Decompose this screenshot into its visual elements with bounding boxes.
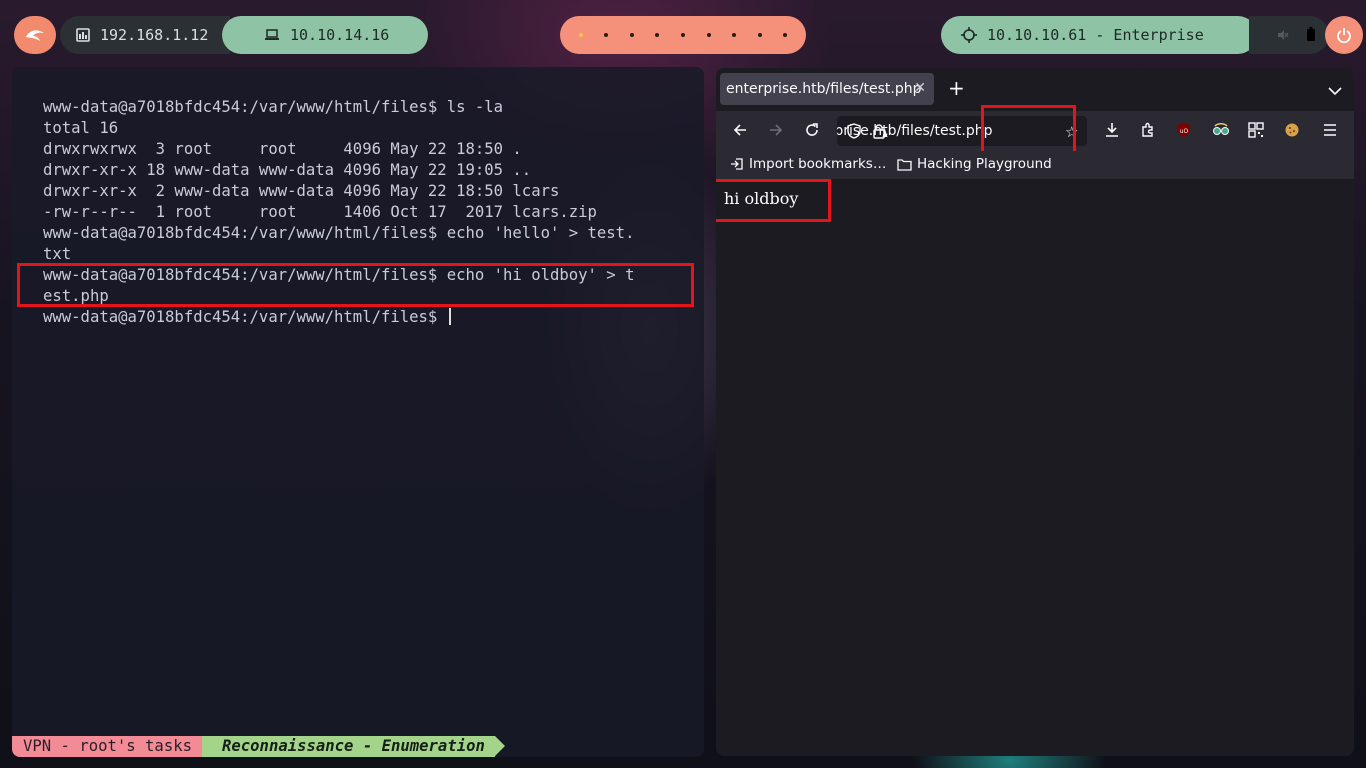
workspace-dot-1[interactable] (578, 33, 583, 37)
terminal-line: www-data@a7018bfdc454:/var/www/html/file… (43, 98, 504, 116)
tab-test-php[interactable]: enterprise.htb/files/test.php ✕ (720, 73, 934, 105)
terminal-line: drwxr-xr-x 2 www-data www-data 4096 May … (43, 182, 560, 200)
status-window: Reconnaissance - Enumeration (202, 736, 505, 757)
hamburger-menu-icon[interactable] (1322, 122, 1338, 141)
browser-window: enterprise.htb/files/test.php ✕ + enterp… (716, 68, 1354, 756)
workspace-dot-6[interactable] (706, 33, 711, 37)
list-tabs-icon[interactable] (1328, 81, 1342, 100)
folder-icon (897, 158, 912, 171)
target-widget: 10.10.10.61 - Enterprise (941, 16, 1257, 54)
kali-logo-button[interactable] (14, 16, 56, 54)
workspace-dot-8[interactable] (757, 33, 762, 37)
extensions-puzzle-icon[interactable] (1140, 122, 1156, 142)
url-text[interactable]: enterprise.htb/files/test.php (837, 123, 993, 139)
system-tray (1249, 16, 1329, 54)
terminal-line: total 16 (43, 119, 119, 137)
workspace-dot-7[interactable] (732, 33, 737, 37)
terminal-line: -rw-r--r-- 1 root root 1406 Oct 17 2017 … (43, 203, 597, 221)
laptop-icon (264, 29, 280, 41)
import-icon (731, 158, 743, 170)
tmux-status-bar: VPN - root's tasks Reconnaissance - Enum… (12, 736, 505, 757)
terminal-line: www-data@a7018bfdc454:/var/www/html/file… (43, 224, 635, 242)
terminal-window[interactable]: www-data@a7018bfdc454:/var/www/html/file… (12, 67, 704, 757)
svg-text:uO: uO (1180, 128, 1189, 135)
back-arrow-icon[interactable] (732, 122, 748, 142)
status-session: VPN - root's tasks (12, 736, 212, 757)
bookmark-import[interactable]: Import bookmarks… (730, 156, 886, 172)
crosshair-icon (961, 27, 977, 43)
workspace-dot-3[interactable] (629, 33, 634, 37)
power-button[interactable] (1325, 16, 1363, 54)
wappalyzer-glasses-icon[interactable] (1212, 122, 1230, 142)
volume-muted-icon[interactable] (1277, 26, 1289, 45)
workspace-dot-5[interactable] (680, 33, 685, 37)
bookmarks-toolbar: Import bookmarks… Hacking Playground (716, 151, 1354, 179)
power-icon (1337, 28, 1351, 43)
new-tab-button[interactable]: + (948, 78, 965, 98)
page-highlight-box (716, 179, 831, 222)
workspace-dot-9[interactable] (783, 33, 788, 37)
network-icon (76, 28, 90, 42)
terminal-highlight-box (17, 263, 694, 307)
terminal-line: drwxrwxrwx 3 root root 4096 May 22 18:50… (43, 140, 522, 158)
bookmark-hacking-playground[interactable]: Hacking Playground (897, 156, 1052, 172)
vpn-ip: 10.10.14.16 (290, 26, 390, 44)
cookie-icon[interactable] (1284, 122, 1300, 142)
terminal-line: drwxr-xr-x 18 www-data www-data 4096 May… (43, 161, 532, 179)
workspace-dot-4[interactable] (655, 33, 660, 37)
vpn-ip-widget: 10.10.14.16 (222, 16, 428, 54)
workspace-dot-2[interactable] (604, 33, 609, 37)
ublock-origin-icon[interactable]: uO (1176, 122, 1192, 142)
close-tab-icon[interactable]: ✕ (914, 80, 926, 96)
page-content: hi oldboy (716, 179, 1354, 756)
battery-icon[interactable] (1307, 26, 1315, 45)
terminal-cursor (448, 308, 451, 325)
workspace-switcher (560, 16, 806, 54)
terminal-prompt: www-data@a7018bfdc454:/var/www/html/file… (43, 308, 447, 326)
target-label: 10.10.10.61 - Enterprise (987, 26, 1204, 44)
terminal-line: txt (43, 245, 72, 263)
reload-icon[interactable] (804, 122, 820, 142)
download-icon[interactable] (1104, 122, 1120, 142)
forward-arrow-icon[interactable] (768, 122, 784, 142)
lan-ip-widget: 192.168.1.12 (60, 16, 230, 54)
kali-dragon-icon (26, 30, 44, 41)
tab-title: enterprise.htb/files/test.php (726, 81, 922, 97)
lan-ip: 192.168.1.12 (100, 26, 209, 44)
bookmark-folder-label: Hacking Playground (917, 156, 1052, 172)
bookmark-import-label: Import bookmarks… (749, 156, 887, 172)
qr-code-icon[interactable] (1248, 122, 1264, 142)
